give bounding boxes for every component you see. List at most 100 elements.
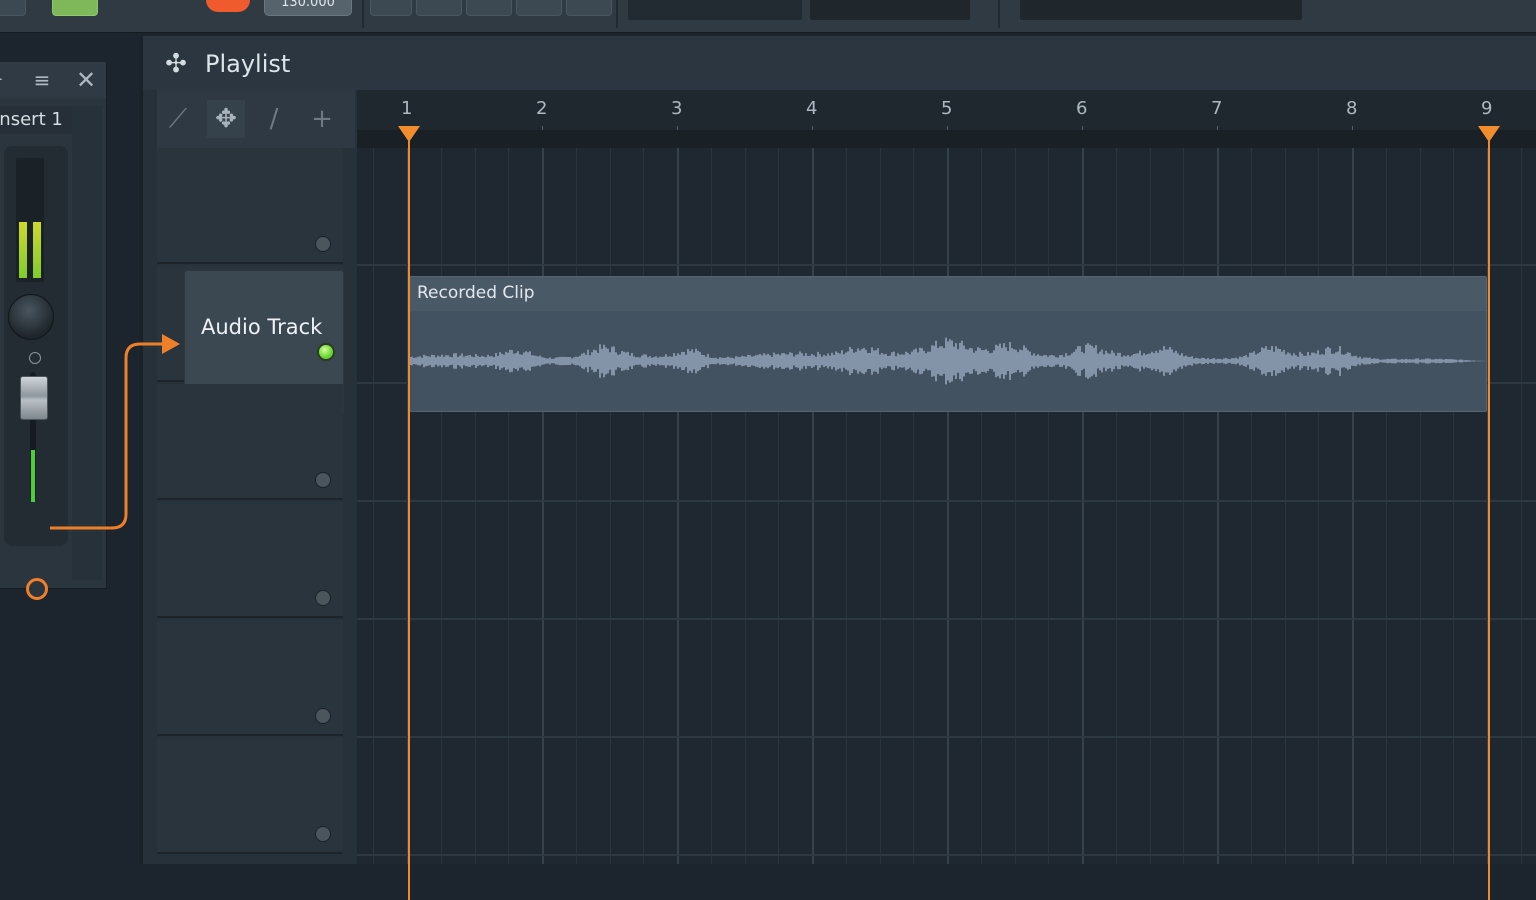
clip-header[interactable]: Recorded Clip: [410, 277, 1486, 311]
playlist-window: ✣ Playlist ⟋ ✥ ∕ + 1 2 3 4 5 6 7 8 9 Audio Track…: [140, 36, 1536, 900]
beat-gridline: [1048, 148, 1049, 864]
snap-button[interactable]: [370, 0, 412, 16]
track-separator: [357, 264, 1536, 266]
bar-number: 8: [1346, 98, 1358, 119]
volume-knob[interactable]: [8, 294, 54, 340]
insert-label: Insert 1: [0, 106, 72, 134]
beat-gridline: [475, 148, 476, 864]
beat-gridline: [1183, 148, 1184, 864]
bar-gridline: [677, 148, 679, 864]
track-header[interactable]: [157, 148, 343, 264]
loop-strip[interactable]: [357, 130, 1536, 148]
beat-gridline: [576, 148, 577, 864]
bar-gridline: [1082, 148, 1084, 864]
bar-gridline: [812, 148, 814, 864]
meter-right: [33, 222, 41, 278]
metronome-button[interactable]: [416, 0, 462, 16]
loop-record-button[interactable]: [566, 0, 612, 16]
playlist-title: Playlist: [205, 50, 291, 78]
beat-gridline: [441, 148, 442, 864]
fader-handle[interactable]: [20, 376, 48, 420]
beat-gridline: [913, 148, 914, 864]
loop-start-handle[interactable]: [398, 126, 420, 142]
bar-gridline: [542, 148, 544, 864]
track-enable-led[interactable]: [317, 343, 335, 361]
bar-gridline: [1352, 148, 1354, 864]
close-icon[interactable]: ✕: [74, 68, 98, 92]
beat-gridline: [711, 148, 712, 864]
countdown-button[interactable]: [516, 0, 562, 16]
bar-number: 7: [1211, 98, 1223, 119]
beat-gridline: [981, 148, 982, 864]
track-header[interactable]: [157, 502, 343, 618]
beat-gridline: [778, 148, 779, 864]
beat-gridline: [1285, 148, 1286, 864]
beat-gridline: [1116, 148, 1117, 864]
track-name: Audio Track: [201, 315, 323, 339]
play-icon[interactable]: [110, 0, 134, 14]
beat-gridline: [1521, 148, 1522, 864]
track-enable-led[interactable]: [315, 236, 331, 252]
bar-number: 2: [536, 98, 548, 119]
mixer-scrollbar[interactable]: [72, 106, 102, 580]
beat-gridline: [745, 148, 746, 864]
track-header[interactable]: [157, 738, 343, 854]
bar-gridline: [1217, 148, 1219, 864]
track-enable-led[interactable]: [315, 472, 331, 488]
beat-gridline: [1420, 148, 1421, 864]
beat-gridline: [1318, 148, 1319, 864]
fader-level-meter: [31, 450, 35, 502]
track-separator: [357, 500, 1536, 502]
beat-gridline: [1453, 148, 1454, 864]
playlist-waveform-icon: ✣: [165, 49, 187, 79]
top-toolbar: 130.000: [0, 0, 1536, 33]
bar-number: 1: [401, 98, 413, 119]
bar-number: 5: [941, 98, 953, 119]
track-separator: [357, 736, 1536, 738]
track-enable-led[interactable]: [315, 826, 331, 842]
move-arrows-icon[interactable]: ✥: [207, 100, 245, 138]
bar-number: 3: [671, 98, 683, 119]
wait-button[interactable]: [466, 0, 512, 16]
tempo-display[interactable]: 130.000: [264, 0, 352, 16]
minimize-icon[interactable]: -: [0, 70, 6, 90]
track-enable-led[interactable]: [315, 590, 331, 606]
bar-number: 9: [1481, 98, 1493, 119]
pan-indicator: [29, 352, 41, 364]
bar-number: 6: [1076, 98, 1088, 119]
beat-gridline: [1386, 148, 1387, 864]
route-output-jack[interactable]: [26, 578, 48, 600]
beat-gridline: [610, 148, 611, 864]
song-position-field[interactable]: [628, 0, 802, 20]
mixer-header: - ≡ ✕: [0, 62, 106, 98]
brush-icon[interactable]: ∕: [255, 100, 293, 138]
clip-name: Recorded Clip: [417, 283, 535, 303]
bar-gridline: [947, 148, 949, 864]
plus-icon[interactable]: +: [303, 100, 341, 138]
track-header[interactable]: [157, 620, 343, 736]
audio-clip[interactable]: Recorded Clip: [409, 276, 1487, 412]
beat-gridline: [846, 148, 847, 864]
loop-start-marker[interactable]: [408, 130, 410, 900]
meter-left: [19, 222, 27, 278]
hint-bar: [810, 0, 970, 20]
loop-end-handle[interactable]: [1478, 126, 1500, 142]
beat-gridline: [1251, 148, 1252, 864]
track-enable-led[interactable]: [315, 708, 331, 724]
playlist-grid[interactable]: [357, 148, 1536, 864]
level-meter: [16, 158, 44, 282]
pencil-icon[interactable]: ⟋: [159, 100, 197, 138]
pattern-button[interactable]: [52, 0, 98, 16]
loop-end-marker[interactable]: [1488, 130, 1490, 900]
track-separator: [357, 618, 1536, 620]
record-button[interactable]: [206, 0, 250, 12]
playlist-titlebar[interactable]: ✣ Playlist: [143, 36, 1536, 90]
beat-gridline: [1015, 148, 1016, 864]
track-header[interactable]: [157, 384, 343, 500]
toolbar-button[interactable]: [0, 0, 26, 16]
track-separator: [357, 854, 1536, 856]
cpu-monitor: [1020, 0, 1302, 20]
stop-icon[interactable]: [156, 0, 180, 14]
mixer-insert-panel: - ≡ ✕ Insert 1: [0, 62, 107, 600]
menu-icon[interactable]: ≡: [30, 70, 54, 90]
